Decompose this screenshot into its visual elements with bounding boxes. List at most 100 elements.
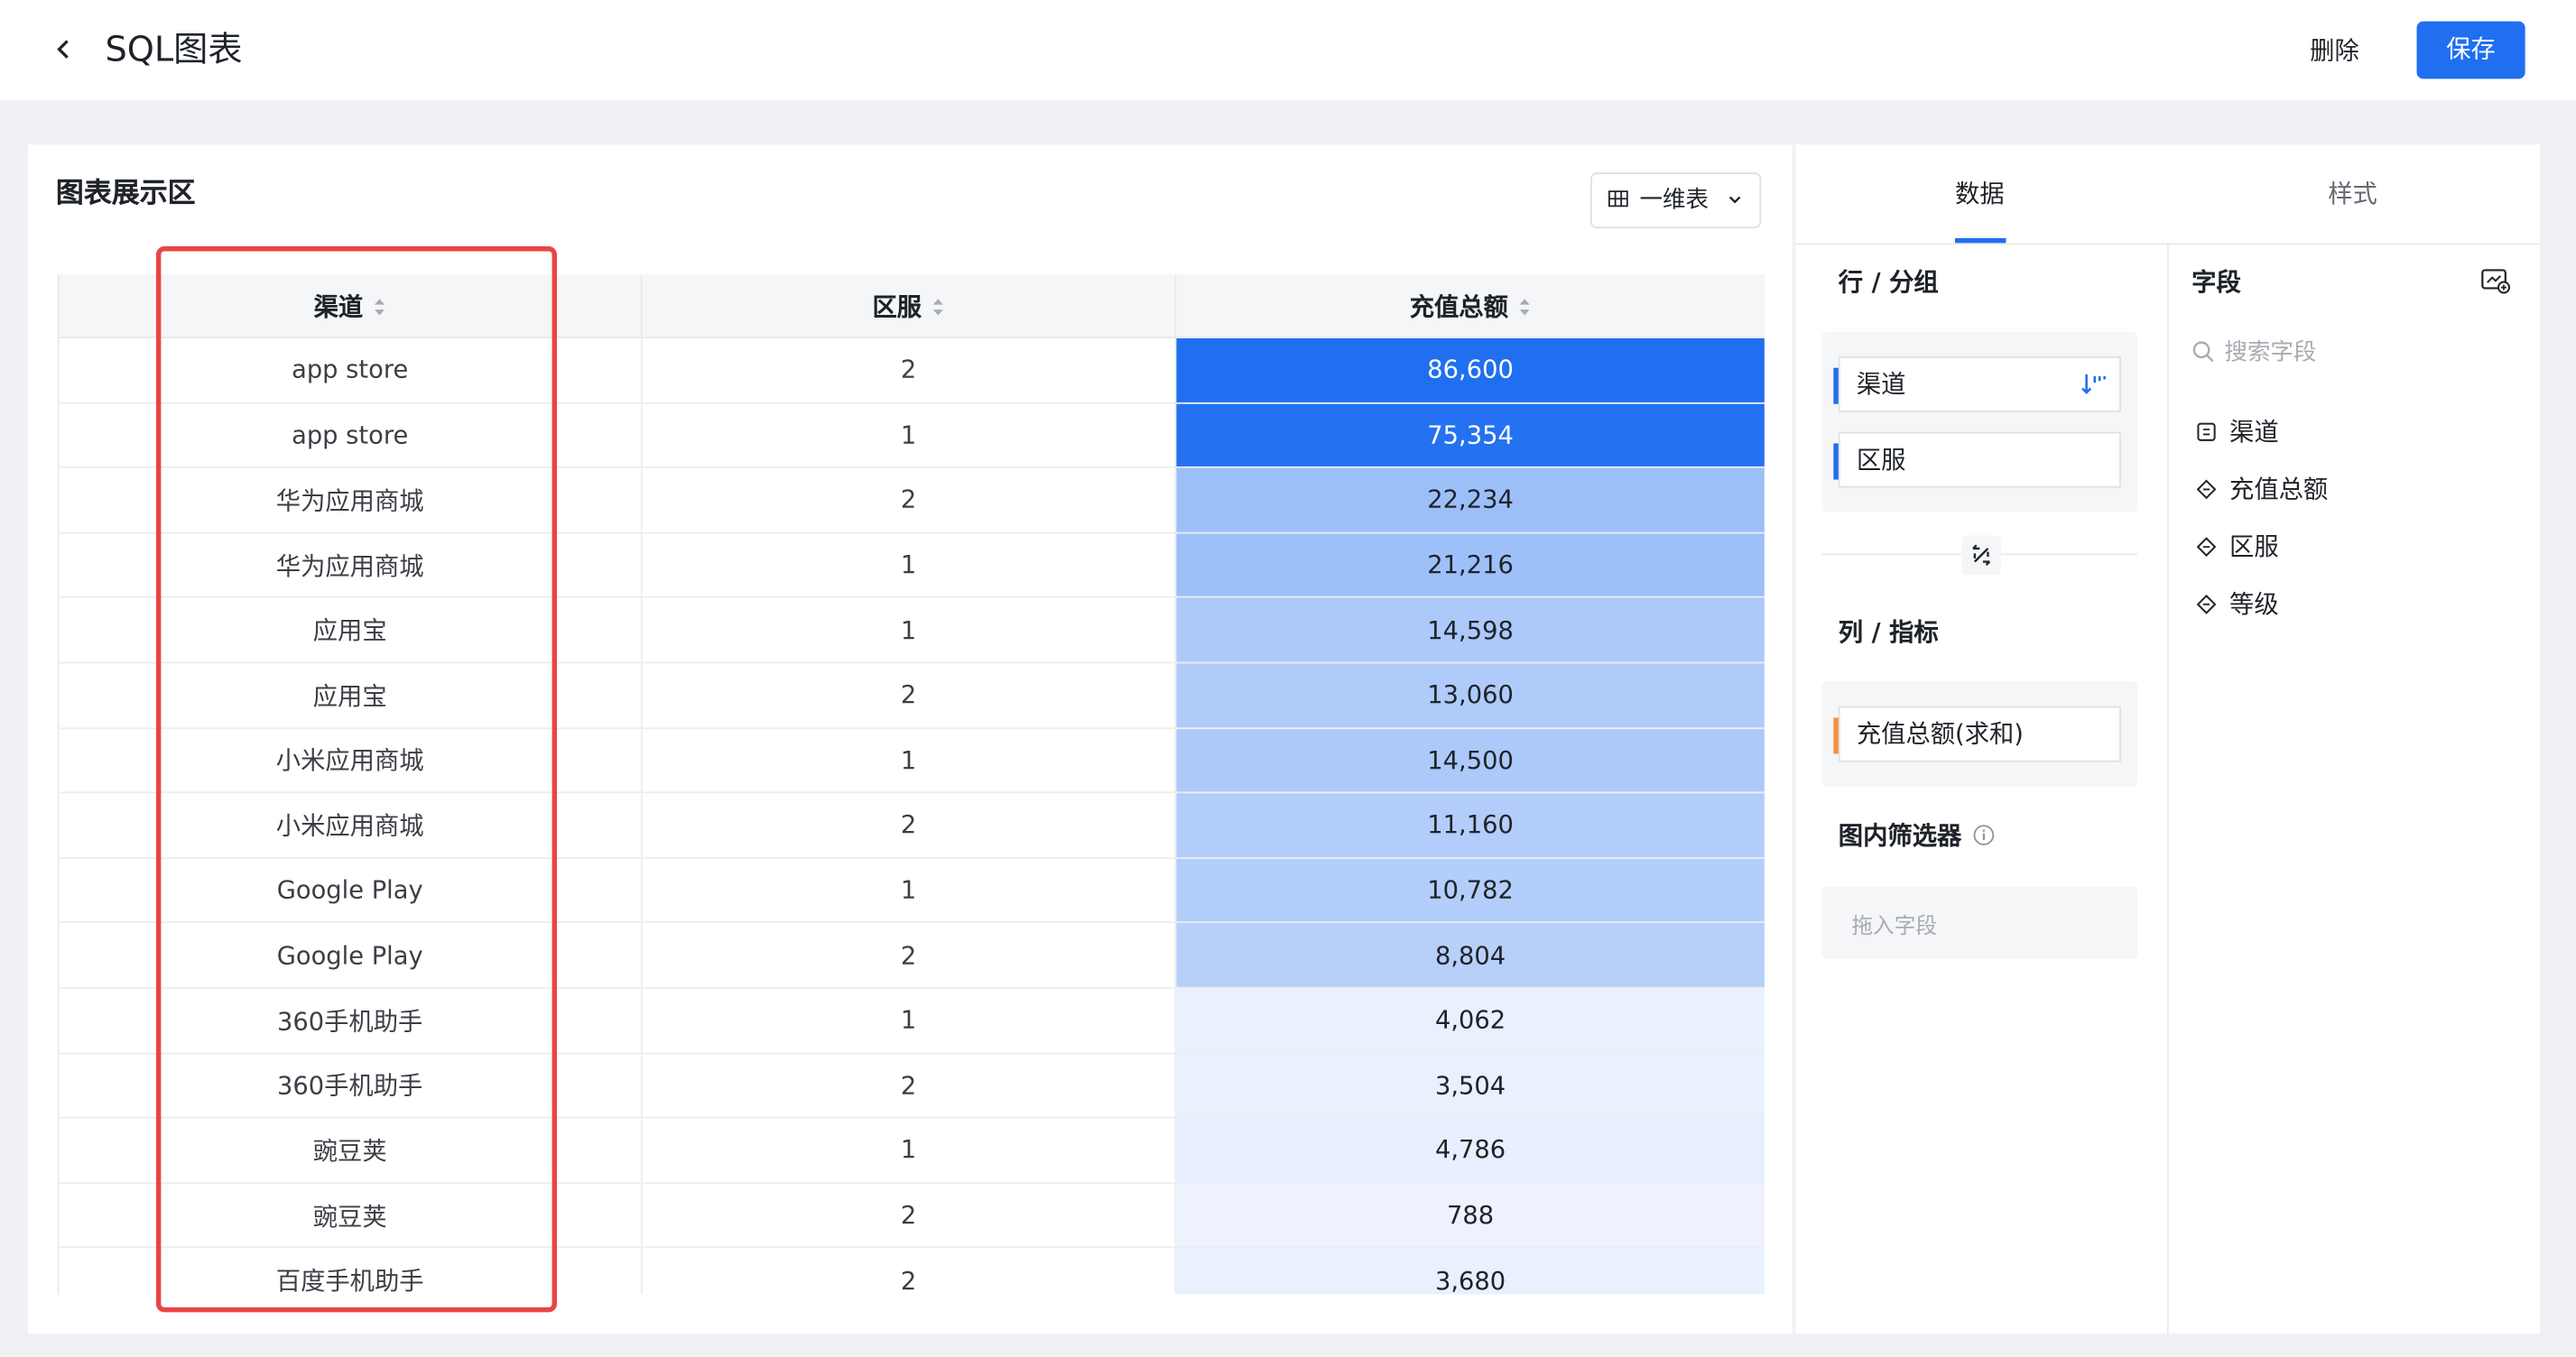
cell-server: 1 (640, 986, 1177, 1054)
filter-drop-zone[interactable]: 拖入字段 (1821, 886, 2138, 959)
cell-channel: 小米应用商城 (57, 791, 643, 859)
add-field-icon[interactable] (2481, 268, 2511, 294)
rows-section-label: 行 / 分组 (1838, 267, 1939, 298)
cell-channel: Google Play (57, 921, 643, 989)
cell-amount: 4,062 (1174, 986, 1765, 1054)
columns-section-label: 列 / 指标 (1838, 617, 1939, 648)
delete-button[interactable]: 删除 (2293, 24, 2376, 77)
cell-amount: 3,680 (1174, 1247, 1765, 1295)
cell-amount: 86,600 (1174, 337, 1765, 404)
rows-drop-zone[interactable]: 渠道 区服 (1821, 331, 2138, 512)
row-field-server[interactable]: 区服 (1833, 431, 2121, 488)
table-row[interactable]: Google Play 2 8,804 (57, 921, 1765, 989)
table-row[interactable]: 应用宝 1 14,598 (57, 596, 1765, 664)
cell-channel: 豌豆荚 (57, 1116, 643, 1184)
info-icon[interactable] (1973, 825, 1995, 846)
field-search-input[interactable] (2224, 335, 2504, 372)
cell-amount: 788 (1174, 1182, 1765, 1249)
table-row[interactable]: app store 2 86,600 (57, 337, 1765, 404)
column-header-channel[interactable]: 渠道 (57, 273, 643, 338)
cell-amount: 3,504 (1174, 1051, 1765, 1119)
column-header-amount[interactable]: 充值总额 (1174, 273, 1765, 338)
swap-axes-button[interactable] (1961, 535, 2002, 576)
chevron-left-icon (57, 40, 69, 59)
field-item-label: 渠道 (2229, 417, 2279, 448)
table-header-row: 渠道 区服 充值总额 (57, 273, 1765, 338)
cell-amount: 22,234 (1174, 466, 1765, 534)
table-row[interactable]: 豌豆荚 2 788 (57, 1182, 1765, 1249)
divider-line (2001, 553, 2138, 556)
cell-amount: 21,216 (1174, 531, 1765, 599)
table-row[interactable]: 小米应用商城 1 14,500 (57, 726, 1765, 794)
save-button[interactable]: 保存 (2416, 21, 2525, 79)
field-item-label: 区服 (2229, 531, 2279, 562)
cell-server: 1 (640, 1116, 1177, 1184)
table-row[interactable]: 360手机助手 2 3,504 (57, 1051, 1765, 1119)
field-color-bar (1833, 717, 1839, 754)
table-row[interactable]: 应用宝 2 13,060 (57, 661, 1765, 729)
cell-server: 2 (640, 1182, 1177, 1249)
column-header-label: 充值总额 (1409, 291, 1508, 321)
divider-line (1821, 553, 1962, 556)
cell-channel: 华为应用商城 (57, 531, 643, 599)
field-pill-label: 区服 (1856, 445, 1906, 475)
cell-amount: 4,786 (1174, 1116, 1765, 1184)
filter-section-label: 图内筛选器 (1838, 821, 1962, 851)
tab-data[interactable]: 数据 (1955, 176, 2005, 212)
cell-channel: app store (57, 337, 643, 404)
measure-icon (2196, 537, 2217, 558)
sort-icon[interactable] (373, 297, 386, 317)
field-pill-label: 充值总额(求和) (1856, 719, 2024, 750)
table-row[interactable]: 豌豆荚 1 4,786 (57, 1116, 1765, 1184)
cell-channel: 360手机助手 (57, 986, 643, 1054)
cell-channel: 小米应用商城 (57, 726, 643, 794)
cell-server: 2 (640, 1247, 1177, 1295)
cell-server: 1 (640, 402, 1177, 469)
search-icon (2192, 341, 2214, 363)
table-row[interactable]: 百度手机助手 2 3,680 (57, 1247, 1765, 1295)
table-row[interactable]: 华为应用商城 1 21,216 (57, 531, 1765, 599)
cell-server: 1 (640, 531, 1177, 599)
tab-style[interactable]: 样式 (2328, 176, 2377, 212)
page-title: SQL图表 (105, 29, 243, 69)
filter-drop-hint: 拖入字段 (1851, 914, 1938, 940)
config-panel: 数据 样式 行 / 分组 渠道 区服 列 / 指标 充值总额(求和) 图内筛选器… (1795, 144, 2541, 1334)
columns-drop-zone[interactable]: 充值总额(求和) (1821, 681, 2138, 787)
cell-server: 2 (640, 661, 1177, 729)
table-row[interactable]: 小米应用商城 2 11,160 (57, 791, 1765, 859)
table-row[interactable]: 360手机助手 1 4,062 (57, 986, 1765, 1054)
cell-amount: 75,354 (1174, 402, 1765, 469)
cell-server: 1 (640, 596, 1177, 664)
sort-icon[interactable] (1518, 297, 1532, 317)
fields-panel-title: 字段 (2191, 267, 2241, 298)
back-button[interactable] (46, 28, 86, 70)
cell-server: 2 (640, 466, 1177, 534)
table-row[interactable]: app store 1 75,354 (57, 402, 1765, 469)
measure-icon (2196, 594, 2217, 614)
chart-type-label: 一维表 (1639, 187, 1710, 214)
cell-amount: 10,782 (1174, 856, 1765, 924)
cell-server: 2 (640, 337, 1177, 404)
sort-descending-icon[interactable] (2080, 371, 2106, 397)
cell-amount: 8,804 (1174, 921, 1765, 989)
column-field-amount-sum[interactable]: 充值总额(求和) (1833, 706, 2121, 762)
row-field-channel[interactable]: 渠道 (1833, 355, 2121, 412)
cell-server: 2 (640, 921, 1177, 989)
top-bar: SQL图表 删除 保存 (0, 0, 2576, 101)
chart-type-select[interactable]: 一维表 (1589, 172, 1762, 229)
table-row[interactable]: Google Play 1 10,782 (57, 856, 1765, 924)
column-header-server[interactable]: 区服 (640, 273, 1177, 338)
field-search[interactable] (2191, 335, 2514, 372)
swap-axes-icon (1972, 544, 1991, 566)
field-color-bar (1833, 367, 1839, 404)
cell-server: 2 (640, 791, 1177, 859)
cell-channel: 豌豆荚 (57, 1182, 643, 1249)
table-row[interactable]: 华为应用商城 2 22,234 (57, 466, 1765, 534)
data-table-container[interactable]: 渠道 区服 充值总额 app store 2 86,600 app store 1 75,… (57, 273, 1765, 1295)
field-item-label: 充值总额 (2229, 475, 2329, 504)
column-header-label: 区服 (872, 291, 922, 321)
cell-channel: app store (57, 402, 643, 469)
cell-channel: 应用宝 (57, 661, 643, 729)
cell-channel: 华为应用商城 (57, 466, 643, 534)
sort-icon[interactable] (931, 297, 945, 317)
